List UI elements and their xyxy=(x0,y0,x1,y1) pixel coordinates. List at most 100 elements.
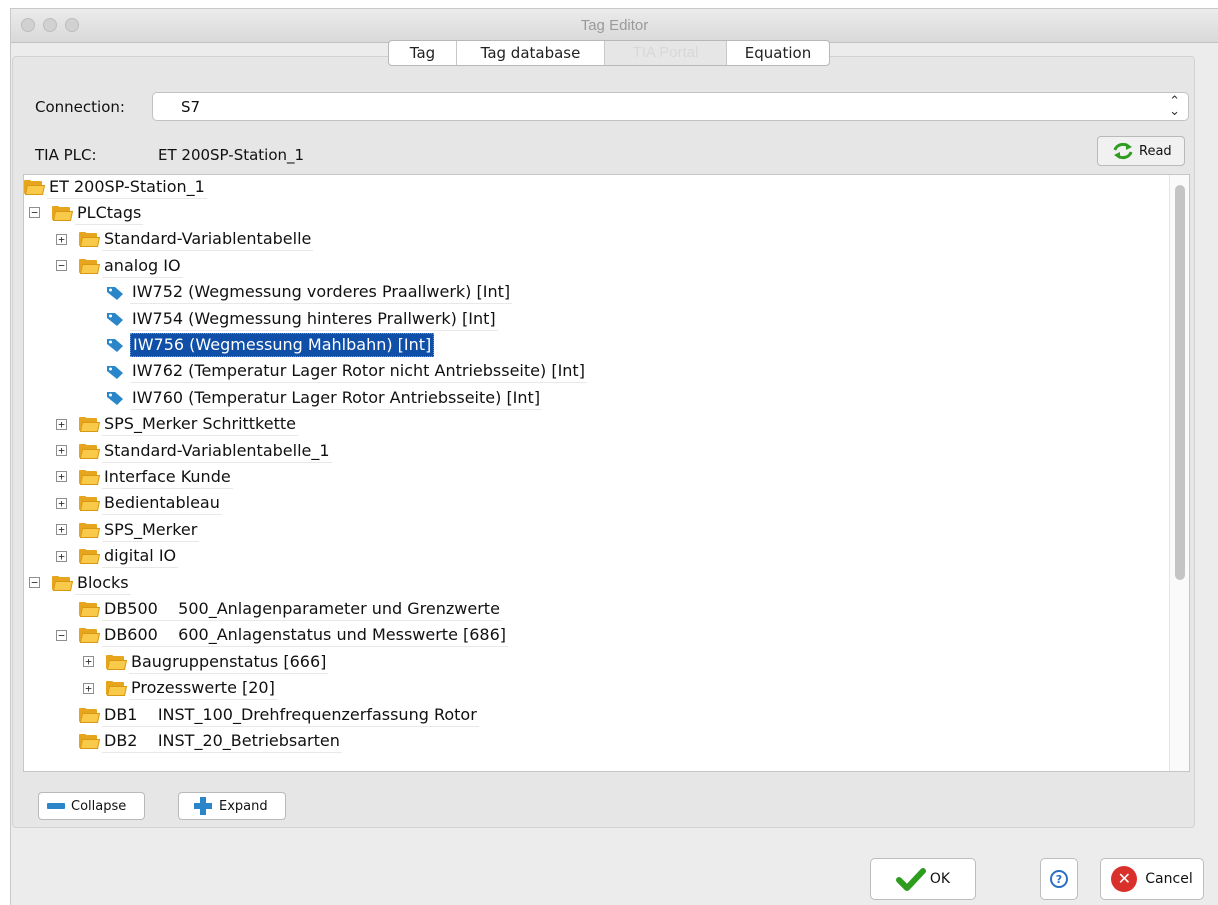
tree-item-label: DB2 INST_20_Betriebsarten xyxy=(102,730,342,753)
tab-equation[interactable]: Equation xyxy=(727,41,829,65)
folder-icon xyxy=(52,575,74,591)
cancel-label: Cancel xyxy=(1145,871,1193,887)
folder-tree-item[interactable]: + Baugruppenstatus [666] xyxy=(83,650,329,674)
collapse-node-icon[interactable]: − xyxy=(56,260,67,272)
tree-item-label: DB500 500_Anlagenparameter und Grenzwert… xyxy=(102,598,502,621)
tia-plc-label: TIA PLC: xyxy=(35,146,97,164)
folder-tree-item[interactable]: − analog IO xyxy=(56,254,183,278)
expand-node-icon[interactable]: + xyxy=(56,233,67,245)
title-bar: Tag Editor xyxy=(11,9,1218,43)
tree-item-label: IW756 (Wegmessung Mahlbahn) [Int] xyxy=(130,333,435,358)
tag-tree-item[interactable]: IW754 (Wegmessung hinteres Prallwerk) [I… xyxy=(106,307,498,331)
connection-value: S7 xyxy=(181,98,201,116)
checkmark-icon xyxy=(895,867,926,891)
collapse-node-icon[interactable]: − xyxy=(29,207,40,219)
folder-tree-item[interactable]: − PLCtags xyxy=(29,201,144,225)
tree-item-label: Blocks xyxy=(75,572,131,595)
folder-tree-item[interactable]: + Standard-Variablentabelle xyxy=(56,228,314,252)
expand-node-icon[interactable]: + xyxy=(56,445,67,456)
folder-tree-item[interactable]: + Prozesswerte [20] xyxy=(83,677,277,701)
tree-item-label: Prozesswerte [20] xyxy=(129,677,277,701)
minus-icon xyxy=(47,803,65,809)
folder-icon xyxy=(79,601,101,617)
chevron-updown-icon: ⌃ ⌄ xyxy=(1169,94,1180,119)
expand-node-icon[interactable]: + xyxy=(83,656,94,668)
tag-icon xyxy=(106,311,124,327)
folder-icon xyxy=(79,628,101,644)
folder-tree-item[interactable]: DB2 INST_20_Betriebsarten xyxy=(79,729,342,753)
collapse-button[interactable]: Collapse xyxy=(38,792,145,820)
tab-tia-portal[interactable]: TIA Portal xyxy=(605,41,727,65)
tree-item-label: IW762 (Temperatur Lager Rotor nicht Antr… xyxy=(130,360,587,384)
tree-item-label: digital IO xyxy=(102,545,179,569)
help-icon: ? xyxy=(1050,870,1068,888)
tab-tag[interactable]: Tag xyxy=(389,41,457,65)
tag-icon xyxy=(106,364,124,380)
tree-item-label: PLCtags xyxy=(75,202,144,225)
folder-tree-item[interactable]: + Interface Kunde xyxy=(56,465,233,489)
expand-node-icon[interactable]: + xyxy=(56,471,67,483)
tree-item-label: Interface Kunde xyxy=(102,466,233,489)
window-title: Tag Editor xyxy=(580,17,649,34)
ok-label: OK xyxy=(929,871,951,887)
folder-tree-item[interactable]: + Bedientableau xyxy=(56,492,222,516)
tree-item-label: DB600 600_Anlagenstatus und Messwerte [6… xyxy=(102,624,509,648)
collapse-node-icon[interactable]: − xyxy=(29,577,40,588)
cancel-icon: ✕ xyxy=(1111,866,1138,892)
expand-node-icon[interactable]: + xyxy=(56,550,67,562)
ok-button[interactable]: OK xyxy=(870,858,976,900)
folder-icon xyxy=(106,681,128,697)
expand-node-icon[interactable]: + xyxy=(56,418,67,430)
help-button[interactable]: ? xyxy=(1040,858,1078,900)
folder-tree-item[interactable]: − DB600 600_Anlagenstatus und Messwerte [… xyxy=(56,624,509,648)
folder-tree-item[interactable]: − Blocks xyxy=(29,571,131,595)
tag-tree-item[interactable]: IW760 (Temperatur Lager Rotor Antriebsse… xyxy=(106,386,543,410)
folder-icon xyxy=(79,707,101,723)
folder-icon xyxy=(79,258,101,274)
folder-tree-item[interactable]: + Standard-Variablentabelle_1 xyxy=(56,439,332,463)
folder-tree-item[interactable]: + SPS_Merker Schrittkette xyxy=(56,413,298,437)
cancel-button[interactable]: ✕ Cancel xyxy=(1100,858,1204,900)
tag-icon xyxy=(106,285,124,301)
folder-icon xyxy=(79,522,101,538)
tree-item-label: IW754 (Wegmessung hinteres Prallwerk) [I… xyxy=(130,308,498,331)
folder-tree-item[interactable]: + digital IO xyxy=(56,545,179,569)
tree-item-label: DB1 INST_100_Drehfrequenzerfassung Rotor xyxy=(102,704,479,727)
folder-icon xyxy=(106,654,128,670)
tag-tree-item[interactable]: IW756 (Wegmessung Mahlbahn) [Int] xyxy=(106,333,435,358)
collapse-node-icon[interactable]: − xyxy=(56,629,67,641)
scrollbar-thumb[interactable] xyxy=(1175,185,1185,580)
folder-icon xyxy=(79,232,101,248)
read-button[interactable]: Read xyxy=(1097,136,1185,166)
expand-label: Expand xyxy=(219,798,268,814)
connection-label: Connection: xyxy=(35,98,125,116)
tree-item-label: Baugruppenstatus [666] xyxy=(129,651,329,674)
tree-item-label: IW760 (Temperatur Lager Rotor Antriebsse… xyxy=(130,387,543,410)
folder-icon xyxy=(79,733,101,749)
connection-select[interactable]: S7 ⌃ ⌄ xyxy=(152,92,1189,121)
refresh-icon xyxy=(1112,141,1134,161)
tree-scrollbar[interactable] xyxy=(1169,175,1189,771)
tree-item-label: analog IO xyxy=(102,255,183,278)
folder-tree-item[interactable]: + SPS_Merker xyxy=(56,518,200,542)
tree-item-label: Standard-Variablentabelle_1 xyxy=(102,440,332,463)
tag-icon xyxy=(106,337,124,353)
tag-tree-item[interactable]: IW762 (Temperatur Lager Rotor nicht Antr… xyxy=(106,360,587,384)
expand-node-icon[interactable]: + xyxy=(83,682,94,694)
tag-tree-item[interactable]: IW752 (Wegmessung vorderes Praallwerk) [… xyxy=(106,281,513,305)
tag-tree[interactable]: ET 200SP-Station_1− PLCtags + Standard-Vari… xyxy=(23,174,1190,772)
expand-node-icon[interactable]: + xyxy=(56,524,67,536)
folder-tree-item[interactable]: ET 200SP-Station_1 xyxy=(24,175,207,199)
expand-button[interactable]: Expand xyxy=(178,792,286,820)
folder-icon xyxy=(24,179,46,195)
tab-tag-database[interactable]: Tag database xyxy=(457,41,605,65)
expand-node-icon[interactable]: + xyxy=(56,497,67,509)
tree-item-label: IW752 (Wegmessung vorderes Praallwerk) [… xyxy=(130,281,513,305)
folder-tree-item[interactable]: DB500 500_Anlagenparameter und Grenzwert… xyxy=(79,597,502,621)
folder-icon xyxy=(52,205,74,221)
tree-item-label: Bedientableau xyxy=(102,492,222,516)
folder-tree-item[interactable]: DB1 INST_100_Drehfrequenzerfassung Rotor xyxy=(79,703,479,727)
collapse-label: Collapse xyxy=(71,798,127,814)
folder-icon xyxy=(79,469,101,485)
tree-item-label: SPS_Merker Schrittkette xyxy=(102,413,298,437)
